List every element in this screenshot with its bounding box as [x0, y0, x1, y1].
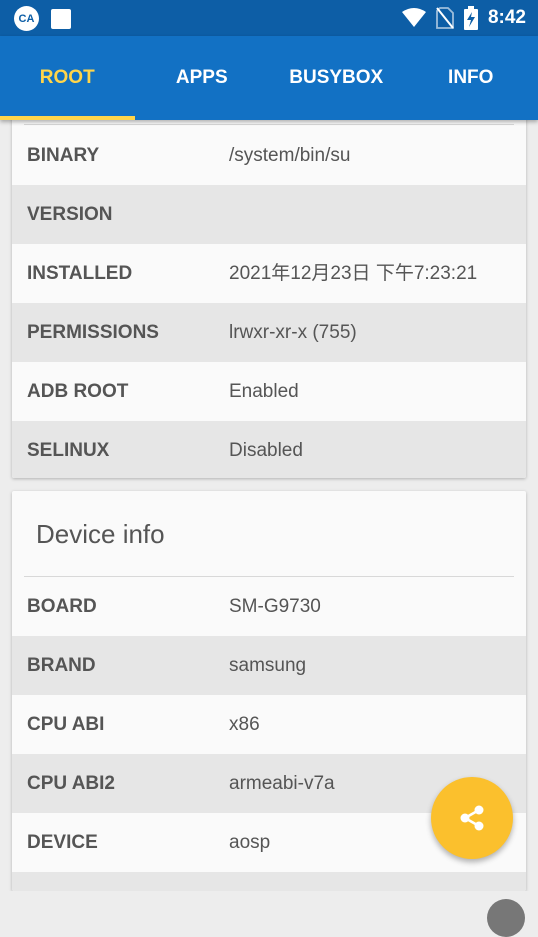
row-key: PERMISSIONS [27, 303, 159, 362]
row-value: SM-G9730 [229, 577, 321, 636]
device-row-brand: BRAND samsung [12, 636, 526, 695]
root-row-version: VERSION [12, 185, 526, 244]
row-key: SELINUX [27, 421, 109, 478]
tab-bar: ROOT APPS BUSYBOX INFO [0, 36, 538, 120]
device-row-partial [12, 872, 526, 891]
root-row-adb-root: ADB ROOT Enabled [12, 362, 526, 421]
card-divider [24, 124, 514, 125]
tab-root[interactable]: ROOT [0, 36, 135, 120]
battery-charging-icon [464, 6, 478, 30]
row-value: Enabled [229, 362, 299, 421]
scroll-button[interactable] [487, 899, 525, 937]
root-row-permissions: PERMISSIONS lrwxr-xr-x (755) [12, 303, 526, 362]
status-bar: CA 8:42 [0, 0, 538, 36]
row-key: BINARY [27, 126, 99, 185]
row-key: BRAND [27, 636, 96, 695]
root-row-installed: INSTALLED 2021年12月23日 下午7:23:21 [12, 244, 526, 303]
row-value: x86 [229, 695, 260, 754]
row-key: CPU ABI [27, 695, 104, 754]
row-value: lrwxr-xr-x (755) [229, 303, 357, 362]
row-value: aosp [229, 813, 270, 872]
share-icon [455, 801, 489, 835]
row-key: VERSION [27, 185, 113, 244]
no-sim-icon [436, 7, 454, 29]
tab-info[interactable]: INFO [404, 36, 538, 120]
row-value: armeabi-v7a [229, 754, 335, 813]
app-notification-icon: CA [14, 6, 39, 31]
row-value: samsung [229, 636, 306, 695]
device-row-cpu-abi: CPU ABI x86 [12, 695, 526, 754]
row-key: BOARD [27, 577, 97, 636]
card-title: Device info [36, 519, 165, 550]
row-key: CPU ABI2 [27, 754, 115, 813]
row-value: Disabled [229, 421, 303, 478]
share-fab-button[interactable] [431, 777, 513, 859]
status-time: 8:42 [488, 7, 526, 29]
bottom-area [0, 891, 538, 909]
notification-square-icon [51, 9, 71, 29]
tab-busybox[interactable]: BUSYBOX [269, 36, 404, 120]
row-key: ADB ROOT [27, 362, 128, 421]
row-value: 2021年12月23日 下午7:23:21 [229, 244, 477, 303]
wifi-icon [402, 8, 426, 28]
root-row-binary: BINARY /system/bin/su [12, 126, 526, 185]
row-value: /system/bin/su [229, 126, 350, 185]
tab-apps[interactable]: APPS [135, 36, 270, 120]
root-info-card: BINARY /system/bin/su VERSION INSTALLED … [12, 100, 526, 478]
row-key: INSTALLED [27, 244, 132, 303]
row-key: DEVICE [27, 813, 98, 872]
root-row-selinux: SELINUX Disabled [12, 421, 526, 478]
device-row-board: BOARD SM-G9730 [12, 577, 526, 636]
